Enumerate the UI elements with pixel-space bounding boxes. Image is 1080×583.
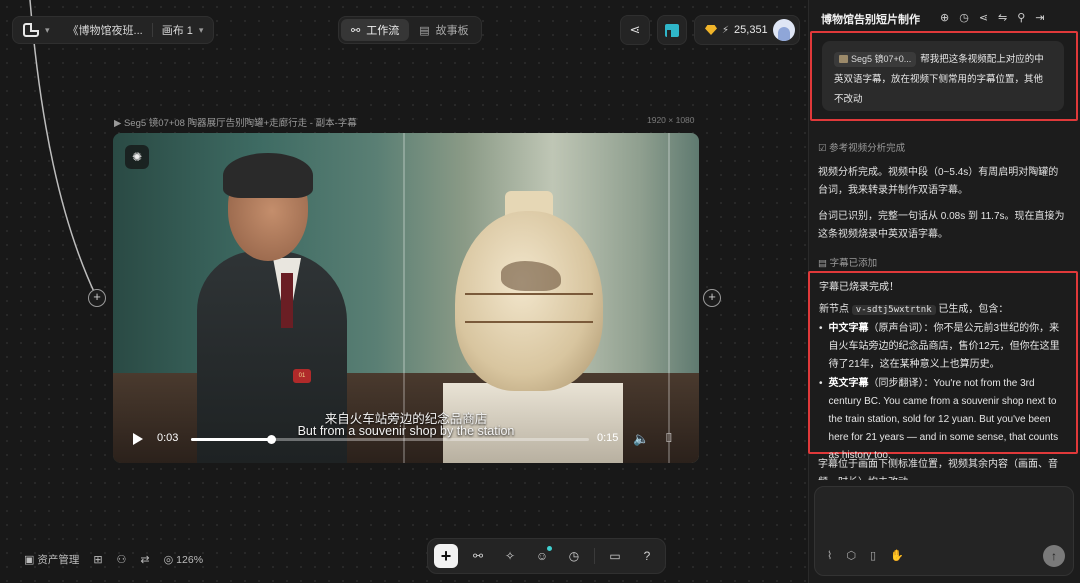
avatar[interactable] (772, 19, 795, 41)
list-item: • 英文字幕（同步翻译）：You're not from the 3rd cen… (819, 378, 1059, 461)
asset-manager-button[interactable]: ▣ 资产管理 (24, 552, 79, 567)
send-button[interactable]: ↑ (1043, 545, 1065, 567)
settings-icon[interactable]: ⇋ (998, 11, 1007, 24)
tab-label: 故事板 (435, 25, 469, 37)
scene-vase-band (465, 293, 593, 323)
user-message-highlight: Seg5 镜07+0... 帮我把这条视频配上对应的中英双语字幕，放在视频下侧常用… (810, 31, 1078, 121)
progress-bar[interactable] (191, 435, 589, 444)
video-thumb-icon (839, 55, 848, 63)
new-chat-icon[interactable]: ⊕ (940, 11, 949, 24)
node-id[interactable]: v-sdtj5wxtrtnk (851, 305, 936, 315)
list-item: • 中文字幕（原声台词）：你不是公元前3世纪的你，来自火车站旁边的纪念品商店，售… (819, 323, 1060, 370)
current-time: 0:03 (157, 432, 179, 444)
zoom-control[interactable]: ◎ 126% (164, 553, 203, 566)
app-logo-icon[interactable] (23, 23, 39, 37)
add-button[interactable]: + (434, 544, 458, 568)
assistant-paragraph: 台词已识别，完整一句话从 0.08s 到 11.7s。现在直接为这条视频烧录中英… (818, 211, 1065, 240)
image-button[interactable]: ▭ (603, 544, 627, 568)
workflow-node-button[interactable]: ⚯ (466, 544, 490, 568)
zoom-icon: ◎ (163, 554, 174, 566)
result-node-line: 新节点 v-sdtj5wxtrtnk 已生成，包含： (819, 304, 1009, 315)
ai-model-icon[interactable]: ✺ (125, 145, 149, 169)
chat-input[interactable]: ⌇ ⬡ ▯ ✋ ↑ (814, 486, 1074, 576)
divider (594, 548, 595, 564)
chevron-down-icon[interactable]: ▾ (199, 25, 204, 36)
result-highlight: 字幕已烧录完成！ 新节点 v-sdtj5wxtrtnk 已生成，包含： • 中文… (808, 271, 1078, 461)
share-icon: ⋖ (629, 22, 641, 37)
attach-icon[interactable]: ⌇ (827, 549, 832, 562)
canvas-selector[interactable]: 画布 1 (162, 22, 193, 38)
help-button[interactable]: ? (635, 544, 659, 568)
workflow-canvas[interactable]: ▾ 《博物馆夜班... 画布 1 ▾ ⚯ 工作流 ▤ 故事板 ⋖ ⚡ 25,35… (0, 0, 808, 583)
video-player[interactable]: 01 ✺ 来自火车站旁边的纪念品商店 But from a souvenir s… (113, 133, 699, 463)
tab-label: 工作流 (366, 25, 400, 37)
divider (151, 23, 153, 37)
tab-storyboard[interactable]: ▤ 故事板 (409, 19, 478, 41)
assistant-paragraph: 字幕位于画面下侧标准位置，视频其余内容（画面、音频、时长）均未改动。 (818, 459, 1058, 480)
store-button[interactable] (657, 15, 687, 45)
view-tabs: ⚯ 工作流 ▤ 故事板 (338, 16, 482, 44)
project-bar: ▾ 《博物馆夜班... 画布 1 ▾ (12, 16, 215, 44)
play-icon[interactable] (133, 433, 143, 445)
share-button[interactable]: ⋖ (620, 15, 650, 45)
volume-icon[interactable]: 🔈 (633, 431, 649, 447)
progress-knob[interactable] (266, 435, 276, 444)
people-icon[interactable]: ⚇ (117, 553, 127, 566)
history-icon[interactable]: ◷ (959, 11, 969, 24)
arrow-up-icon: ↑ (1051, 549, 1057, 563)
pin-icon[interactable]: ⚲ (1017, 11, 1025, 24)
assistant-paragraph: 视频分析完成。视频中段（0~5.4s）有周启明对陶罐的台词，我来转录并制作双语字… (818, 167, 1059, 196)
assets-icon: ▣ (24, 554, 35, 566)
screenshot-icon[interactable]: ⌷ (665, 430, 673, 446)
video-reference-chip[interactable]: Seg5 镜07+0... (834, 52, 917, 67)
bottom-left-toolbar: ▣ 资产管理 ⊞ ⚇ ⇄ ◎ 126% (24, 552, 203, 567)
sparkle-icon: ✧ (504, 549, 516, 563)
bottom-toolbar: + ⚯ ✧ ☺ ◷ ▭ ? (427, 538, 666, 574)
magic-button[interactable]: ✧ (498, 544, 522, 568)
bolt-icon: ⚡ (722, 24, 730, 36)
clock-icon: ◷ (568, 549, 580, 563)
analysis-status[interactable]: ☑ 参考视频分析完成 (818, 140, 905, 154)
total-time: 0:15 (597, 432, 619, 444)
collapse-icon[interactable]: ⇥ (1035, 11, 1044, 24)
scene-name-badge: 01 (293, 369, 311, 383)
credits-display[interactable]: ⚡ 25,351 (694, 15, 800, 45)
history-button[interactable]: ◷ (562, 544, 586, 568)
progress-fill (191, 438, 271, 441)
workflow-icon: ⚯ (351, 24, 361, 37)
help-icon: ? (643, 549, 651, 563)
video-dimensions: 1920 × 1080 (647, 115, 695, 125)
result-headline: 字幕已烧录完成！ (819, 282, 899, 293)
tab-workflow[interactable]: ⚯ 工作流 (341, 19, 410, 41)
image-icon: ▭ (609, 549, 621, 563)
scene-man-tie (281, 273, 293, 328)
scene-man-hair (223, 153, 313, 198)
credits-count: 25,351 (734, 24, 768, 36)
project-title[interactable]: 《博物馆夜班... (68, 22, 143, 38)
add-node-left-button[interactable]: + (88, 289, 106, 307)
shuffle-icon[interactable]: ⇄ (140, 553, 149, 566)
hand-icon[interactable]: ✋ (890, 549, 904, 562)
panel-title: 博物馆告别短片制作 (821, 14, 920, 26)
store-icon (665, 23, 679, 37)
nodes-icon: ⚯ (472, 549, 484, 563)
grid-icon[interactable]: ⊞ (93, 553, 102, 566)
person-icon: ☺ (535, 549, 549, 563)
storyboard-icon: ▤ (419, 24, 430, 37)
document-icon[interactable]: ▯ (870, 549, 876, 562)
add-node-right-button[interactable]: + (703, 289, 721, 307)
chevron-down-icon[interactable]: ▾ (45, 25, 50, 36)
subtitle-status[interactable]: ▤ 字幕已添加 (818, 255, 877, 269)
video-node-label[interactable]: ▶ Seg5 镜07+08 陶器展厅告别陶罐+走廊行走 - 副本-字幕 (114, 115, 357, 129)
gem-icon (705, 25, 717, 35)
share-icon[interactable]: ⋖ (979, 11, 988, 24)
user-message: Seg5 镜07+0... 帮我把这条视频配上对应的中英双语字幕，放在视频下侧常用… (822, 41, 1064, 111)
cube-icon[interactable]: ⬡ (846, 549, 856, 562)
character-button[interactable]: ☺ (530, 544, 554, 568)
